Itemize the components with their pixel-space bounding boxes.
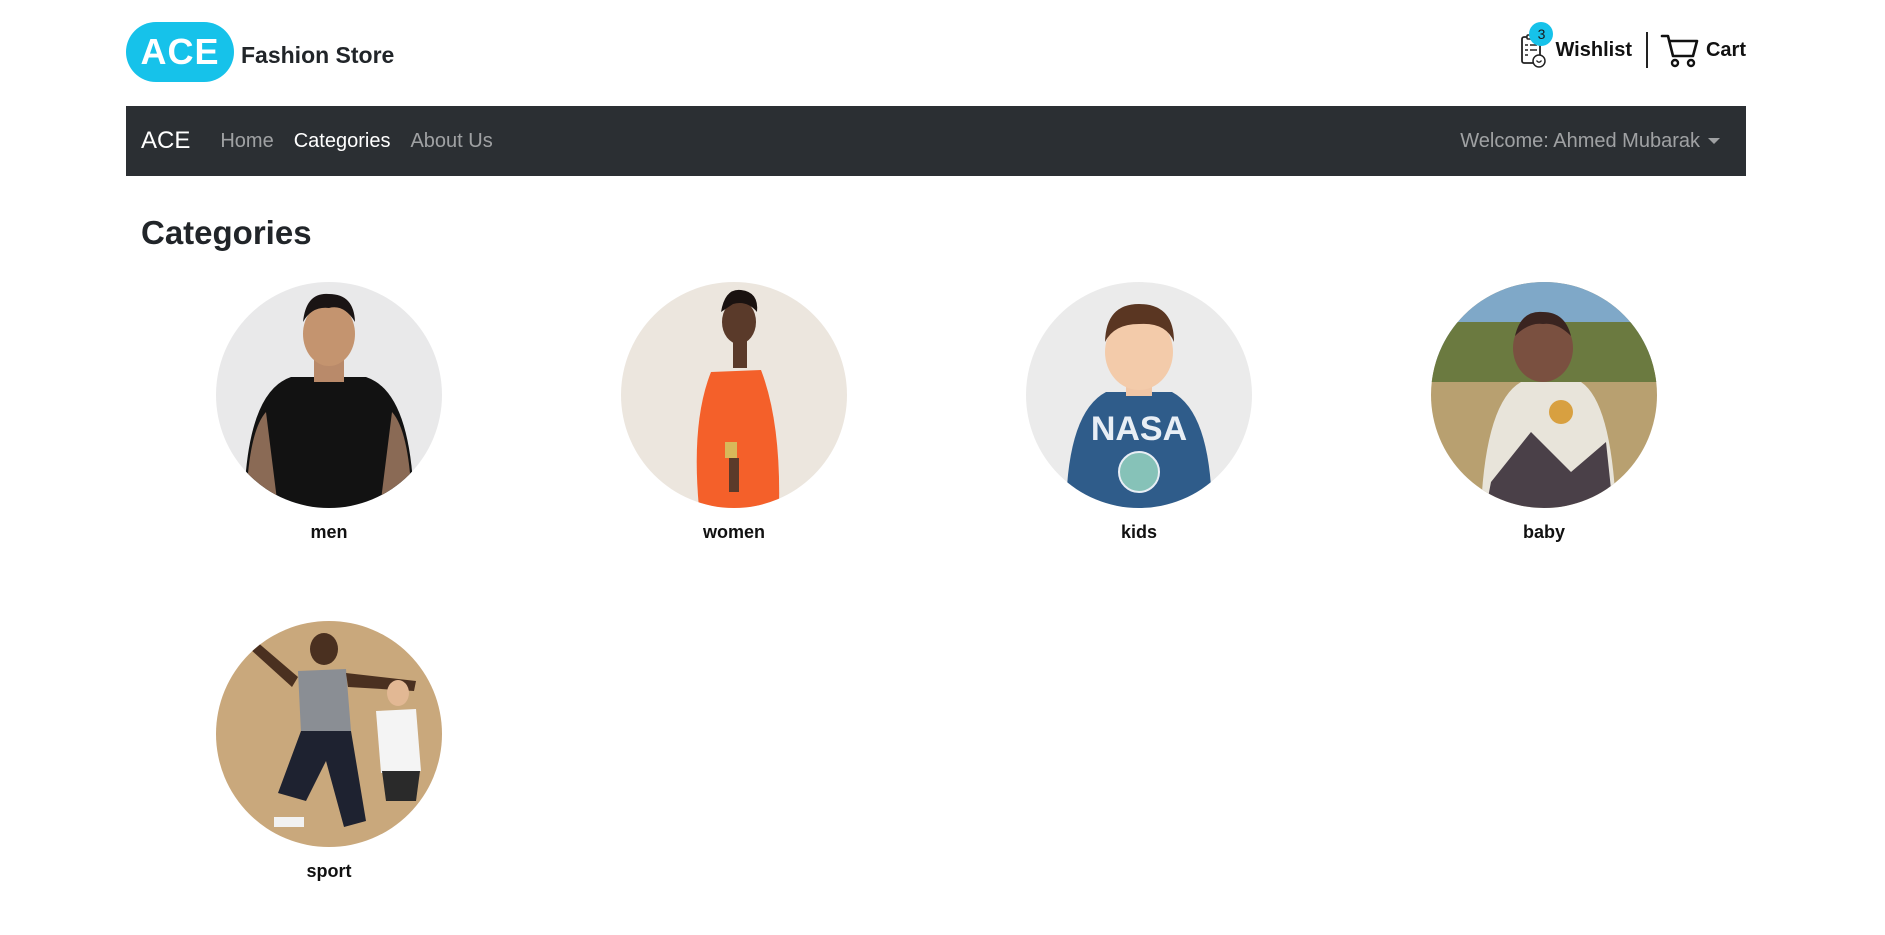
category-image-women	[621, 282, 847, 508]
category-label-kids: kids	[1120, 522, 1158, 542]
nav-link-home[interactable]: Home	[220, 130, 273, 153]
logo[interactable]: ACE	[126, 22, 234, 82]
nav-link-about-us[interactable]: About Us	[410, 130, 492, 153]
wishlist-icon: 3	[1519, 22, 1554, 68]
category-label-men: men	[310, 522, 348, 542]
user-menu-label: Welcome: Ahmed Mubarak	[1460, 129, 1700, 152]
category-label-sport: sport	[306, 861, 352, 881]
top-header: ACE Fashion Store 3 Wishlist Cart	[126, 20, 1746, 82]
header-actions: 3 Wishlist Cart	[1519, 22, 1746, 72]
category-image-kids: NASA	[1026, 282, 1252, 508]
store-name: Fashion Store	[241, 42, 395, 68]
wishlist-count-badge: 3	[1529, 22, 1554, 46]
navbar-brand[interactable]: ACE	[141, 127, 190, 155]
header-divider	[1645, 32, 1648, 68]
category-card-kids[interactable]: NASA kids	[1026, 282, 1252, 543]
category-card-men[interactable]: men	[216, 282, 442, 543]
category-image-sport	[216, 621, 442, 847]
svg-text:NASA: NASA	[1091, 410, 1187, 448]
wishlist-label: Wishlist	[1555, 38, 1632, 61]
category-card-sport[interactable]: sport	[216, 621, 442, 882]
category-image-men	[216, 282, 442, 508]
wishlist-button[interactable]: 3 Wishlist	[1519, 22, 1632, 68]
user-menu-dropdown[interactable]: Welcome: Ahmed Mubarak	[1460, 130, 1720, 153]
cart-button[interactable]: Cart	[1660, 32, 1746, 68]
cart-label: Cart	[1705, 38, 1746, 61]
category-card-baby[interactable]: baby	[1431, 282, 1657, 543]
category-label-women: women	[702, 522, 765, 542]
page-title: Categories	[141, 214, 312, 251]
nav-link-categories[interactable]: Categories	[294, 130, 391, 153]
category-image-baby	[1431, 282, 1657, 508]
caret-down-icon	[1708, 138, 1720, 144]
cart-icon	[1660, 32, 1700, 68]
main-navbar: ACE Home Categories About Us Welcome: Ah…	[126, 106, 1746, 176]
category-label-baby: baby	[1522, 522, 1565, 542]
category-card-women[interactable]: women	[621, 282, 847, 543]
